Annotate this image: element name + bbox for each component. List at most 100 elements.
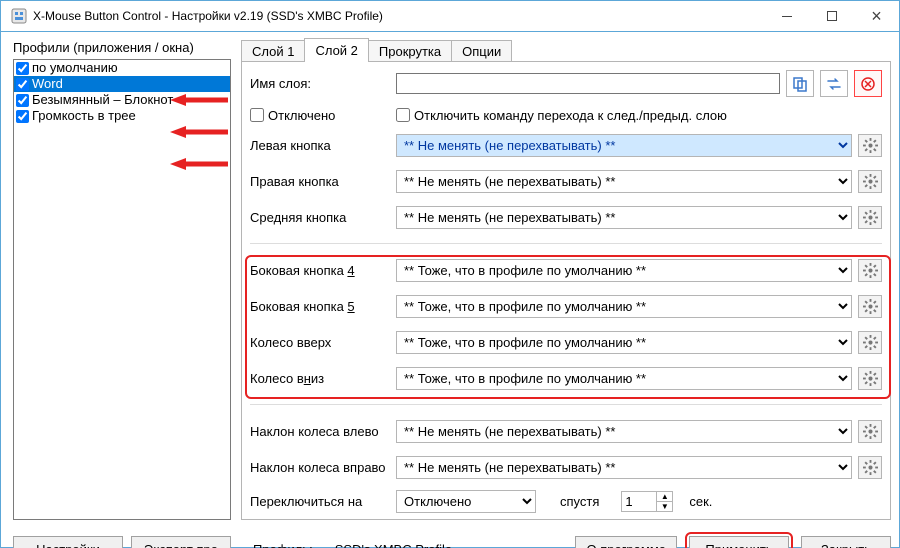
layer-name-row: Имя слоя: [250,70,882,97]
tab-опции[interactable]: Опции [451,40,512,62]
maximize-button[interactable] [809,1,854,31]
action-row: Средняя кнопка** Не менять (не перехваты… [250,205,882,229]
profile-item-checkbox[interactable] [16,94,29,107]
settings-panel: Слой 1Слой 2ПрокруткаОпции Имя слоя: [241,40,891,520]
action-label: Колесо вверх [250,335,390,350]
disabled-checkbox-label: Отключено [268,108,335,123]
tab-прокрутка[interactable]: Прокрутка [368,40,452,62]
switch-count-input[interactable] [621,491,657,512]
gear-icon[interactable] [858,367,882,390]
window: X-Mouse Button Control - Настройки v2.19… [0,0,900,548]
settings-button[interactable]: Настройки [13,536,123,548]
profile-item-checkbox[interactable] [16,62,29,75]
titlebar: X-Mouse Button Control - Настройки v2.19… [1,1,899,32]
switch-after-label: спустя [560,494,599,509]
profile-item-checkbox[interactable] [16,78,29,91]
profile-item[interactable]: Громкость в трее [14,108,230,124]
action-row: Наклон колеса влево ** Не менять (не пере… [250,419,882,443]
profile-item-checkbox[interactable] [16,110,29,123]
disabled-checkbox[interactable]: Отключено [250,108,390,123]
action-combo[interactable]: ** Тоже, что в профиле по умолчанию ** [396,295,852,318]
window-body: Профили (приложения / окна) по умолчанию… [1,32,899,548]
action-label: Левая кнопка [250,138,390,153]
layer-name-label: Имя слоя: [250,76,390,91]
gear-icon[interactable] [858,331,882,354]
action-row: Наклон колеса вправо ** Не менять (не пер… [250,455,882,479]
action-row: Левая кнопка ** Не менять (не перехватыва… [250,133,882,157]
profile-item[interactable]: Безымянный – Блокнот [14,92,230,108]
action-combo[interactable]: ** Не менять (не перехватывать) ** [396,456,852,479]
separator [250,243,882,244]
clear-layer-button[interactable] [854,70,882,97]
disabled-checkbox-box[interactable] [250,108,264,122]
profile-label: Профиль: [253,542,313,548]
action-combo[interactable]: ** Не менять (не перехватывать) ** [396,170,852,193]
app-icon [11,8,27,24]
about-button[interactable]: О программе [575,536,677,548]
action-combo[interactable]: ** Не менять (не перехватывать) ** [396,420,852,443]
apply-button[interactable]: Применить [689,536,789,548]
arrow-icon [170,156,228,172]
gear-icon[interactable] [858,456,882,479]
action-combo[interactable]: ** Не менять (не перехватывать) ** [396,206,852,229]
tab-слой-2[interactable]: Слой 2 [304,38,368,62]
action-row: Колесо вверх ** Тоже, что в профиле по ум… [250,330,882,354]
action-combo[interactable]: ** Тоже, что в профиле по умолчанию ** [396,259,852,282]
action-label: Правая кнопка [250,174,390,189]
tab-слой-1[interactable]: Слой 1 [241,40,305,62]
copy-layer-button[interactable] [786,70,814,97]
disable-row: Отключено Отключить команду перехода к с… [250,103,882,127]
switch-combo[interactable]: Отключено [396,490,536,513]
spin-up[interactable]: ▲ [657,491,673,502]
profile-item-label: по умолчанию [32,60,118,76]
footer: Настройки Экспорт про Профиль: SSD's XMB… [13,528,891,548]
gear-icon[interactable] [858,170,882,193]
profile-item[interactable]: Word [14,76,230,92]
apply-ring-icon: Применить [685,532,793,548]
action-label: Боковая кнопка 4 [250,263,390,278]
gear-icon[interactable] [858,134,882,157]
gear-icon[interactable] [858,259,882,282]
action-row: Боковая кнопка 5 ** Тоже, что в профиле п… [250,294,882,318]
tabs-bar: Слой 1Слой 2ПрокруткаОпции [241,40,891,62]
layer-name-input[interactable] [396,73,780,94]
action-label: Боковая кнопка 5 [250,299,390,314]
export-button[interactable]: Экспорт про [131,536,231,548]
profile-item-label: Безымянный – Блокнот [32,92,173,108]
action-row: Колесо вниз ** Тоже, что в профиле по умо… [250,366,882,390]
window-title: X-Mouse Button Control - Настройки v2.19… [33,9,764,23]
profile-name: SSD's XMBC Profile [335,542,452,548]
switch-count-spinner[interactable]: ▲▼ [621,491,673,512]
tab-pane-layer2: Имя слоя: Отключено [241,61,891,520]
disable-transition-checkbox-box[interactable] [396,108,410,122]
close-button[interactable] [854,1,899,31]
disable-transition-checkbox[interactable]: Отключить команду перехода к след./преды… [396,108,727,123]
swap-layer-button[interactable] [820,70,848,97]
action-combo[interactable]: ** Не менять (не перехватывать) ** [396,134,852,157]
gear-icon[interactable] [858,420,882,443]
separator [250,404,882,405]
profiles-caption: Профили (приложения / окна) [13,40,231,55]
action-label: Наклон колеса влево [250,424,390,439]
close-button-footer[interactable]: Закрыть [801,536,891,548]
action-label: Наклон колеса вправо [250,460,390,475]
action-label: Колесо вниз [250,371,390,386]
switch-row: Переключиться на Отключено спустя ▲▼ сек… [250,489,882,513]
switch-label: Переключиться на [250,494,390,509]
action-row: Боковая кнопка 4 ** Тоже, что в профиле п… [250,258,882,282]
profile-item-label: Word [32,76,63,92]
minimize-button[interactable] [764,1,809,31]
profile-item[interactable]: по умолчанию [14,60,230,76]
gear-icon[interactable] [858,295,882,318]
profiles-panel: Профили (приложения / окна) по умолчанию… [13,40,231,520]
profile-item-label: Громкость в трее [32,108,136,124]
switch-unit-label: сек. [689,494,712,509]
profiles-listbox[interactable]: по умолчаниюWordБезымянный – БлокнотГром… [13,59,231,520]
disable-transition-checkbox-label: Отключить команду перехода к след./преды… [414,108,727,123]
window-controls [764,1,899,31]
action-combo[interactable]: ** Тоже, что в профиле по умолчанию ** [396,367,852,390]
action-combo[interactable]: ** Тоже, что в профиле по умолчанию ** [396,331,852,354]
action-row: Правая кнопка ** Не менять (не перехватыв… [250,169,882,193]
spin-down[interactable]: ▼ [657,502,673,512]
gear-icon[interactable] [858,206,882,229]
